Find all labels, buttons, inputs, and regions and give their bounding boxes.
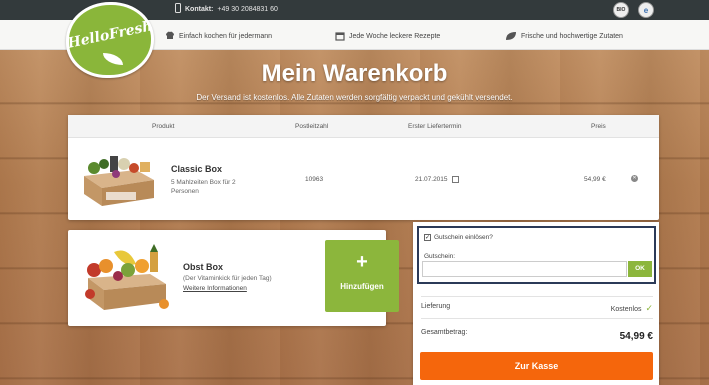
voucher-checkbox-label: Gutschein einlösen? <box>434 234 493 241</box>
logo-text: HelloFresh <box>66 18 154 52</box>
product-description: 5 Mahlzeiten Box für 2 Personen <box>171 179 236 195</box>
nav-item-label: Frische und hochwertige Zutaten <box>521 32 623 40</box>
logo-leaf-icon <box>103 53 123 65</box>
checkout-button[interactable]: Zur Kasse <box>420 352 653 380</box>
table-row: Classic Box 5 Mahlzeiten Box für 2 Perso… <box>68 138 659 220</box>
zip-code-value: 10963 <box>305 176 324 183</box>
voucher-ok-button[interactable]: OK <box>628 261 652 277</box>
plus-icon: + <box>356 251 368 273</box>
voucher-input[interactable] <box>422 261 627 277</box>
delivery-value: Kostenlos <box>610 306 642 313</box>
delivery-date-value: 21.07.2015 <box>415 176 448 184</box>
remove-item-icon[interactable]: ✕ <box>631 175 638 182</box>
add-button-label: Hinzufügen <box>340 282 384 291</box>
add-obst-box-button[interactable]: + Hinzufügen <box>325 240 399 312</box>
divider <box>421 296 653 297</box>
nav-item-label: Einfach kochen für jedermann <box>179 32 272 40</box>
cart-table-header: Produkt Postleitzahl Erster Liefertermin… <box>68 115 659 138</box>
nav-item-fresh-ingredients: Frische und hochwertige Zutaten <box>505 31 623 41</box>
calendar-icon <box>335 32 345 41</box>
checkmark-icon: ✓ <box>645 303 653 313</box>
nav-item-label: Jede Woche leckere Rezepte <box>349 32 441 40</box>
bio-seal-badge: BIO <box>613 2 629 18</box>
delivery-row: Lieferung Kostenlos ✓ <box>421 303 653 313</box>
price-value: 54,99 € <box>584 176 606 183</box>
obst-box-image <box>85 244 169 310</box>
column-header-product: Produkt <box>152 123 175 130</box>
upsell-product-name: Obst Box <box>183 262 224 272</box>
leaf-icon <box>506 32 516 40</box>
edit-date-icon[interactable] <box>452 176 460 183</box>
phone-icon <box>175 3 181 13</box>
cart-table: Produkt Postleitzahl Erster Liefertermin… <box>68 115 659 220</box>
page-subtitle: Der Versand ist kostenlos. Alle Zutaten … <box>196 93 513 102</box>
delivery-value-wrap: Kostenlos ✓ <box>611 303 653 314</box>
upsell-product-description: (Der Vitaminkick für jeden Tag) <box>183 275 272 282</box>
voucher-field-label: Gutschein: <box>424 253 456 260</box>
nav-item-weekly-recipes: Jede Woche leckere Rezepte <box>335 31 440 41</box>
product-name: Classic Box <box>171 164 223 174</box>
delivery-date-cell: 21.07.2015 <box>415 176 460 184</box>
total-label: Gesamtbetrag: <box>421 329 468 336</box>
classic-box-image <box>84 156 154 206</box>
nav-item-easy-cooking: Einfach kochen für jedermann <box>165 31 272 41</box>
column-header-price: Preis <box>591 123 606 130</box>
total-value: 54,99 € <box>619 331 653 342</box>
contact-info: Kontakt: +49 30 2084831 60 <box>175 3 278 13</box>
delivery-label: Lieferung <box>421 303 451 310</box>
column-header-delivery-date: Erster Liefertermin <box>408 123 462 130</box>
voucher-checkbox[interactable]: ✓ <box>424 234 431 241</box>
divider <box>421 318 653 319</box>
contact-phone[interactable]: +49 30 2084831 60 <box>217 6 278 13</box>
total-row: Gesamtbetrag: 54,99 € <box>421 329 653 342</box>
voucher-section: ✓ Gutschein einlösen? Gutschein: OK <box>417 226 656 284</box>
trust-seal-badge: e <box>638 2 654 18</box>
voucher-checkbox-row[interactable]: ✓ Gutschein einlösen? <box>424 234 493 241</box>
contact-label: Kontakt: <box>185 5 214 13</box>
more-info-link[interactable]: Weitere Informationen <box>183 285 247 292</box>
chef-hat-icon <box>166 31 174 39</box>
hellofresh-logo[interactable]: HelloFresh <box>66 2 154 78</box>
column-header-zip: Postleitzahl <box>295 123 329 130</box>
